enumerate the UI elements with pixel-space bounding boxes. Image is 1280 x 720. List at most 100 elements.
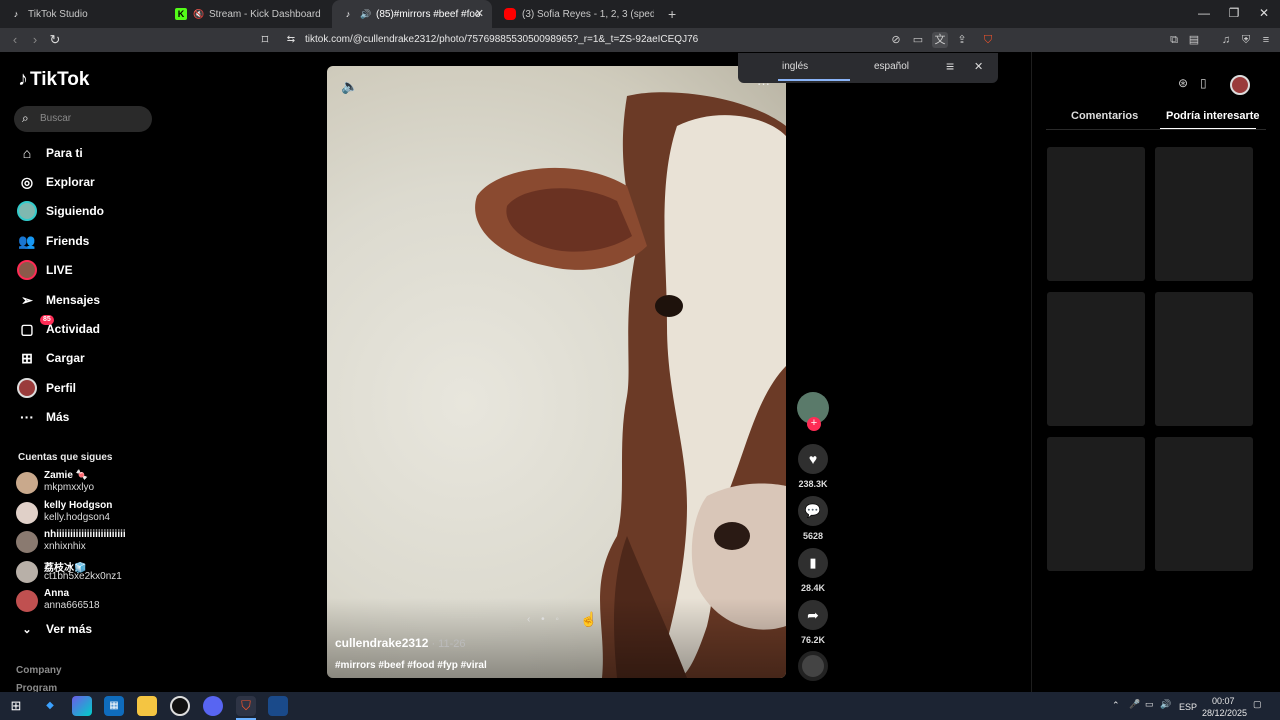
tab-comentarios[interactable]: Comentarios	[1071, 110, 1138, 122]
nav-label: Perfil	[46, 381, 77, 395]
messenger-icon[interactable]	[203, 696, 223, 716]
follow-plus-icon[interactable]: +	[807, 417, 821, 431]
like-button[interactable]: ♥ 238.3K	[796, 444, 830, 489]
footer-company[interactable]: Company	[16, 665, 62, 676]
reload-icon[interactable]: ↻	[46, 31, 64, 49]
avatar	[16, 531, 38, 553]
nav-actividad[interactable]: ▢ 85 Actividad	[16, 315, 100, 340]
suggested-video-placeholder[interactable]	[1155, 292, 1253, 426]
url-field[interactable]: tiktok.com/@cullendrake2312/photo/757698…	[305, 32, 698, 48]
suggested-video-placeholder[interactable]	[1047, 292, 1145, 426]
comment-button[interactable]: 💬 5628	[796, 496, 830, 541]
tab-tiktok-studio[interactable]: ♪ TikTok Studio	[0, 0, 165, 28]
tab-divider	[1046, 129, 1266, 130]
keyboard-language[interactable]: ESP	[1179, 702, 1197, 712]
heart-icon: ♥	[798, 444, 828, 474]
post-photo[interactable]: 🔈 ··· ‹ • ◦ ☝ cullendrake2312 · 11-26 #m…	[327, 66, 786, 678]
minimize-icon[interactable]: —	[1188, 0, 1220, 28]
windows-start-icon[interactable]: ⊞	[6, 696, 26, 716]
device-icon[interactable]: ▯	[1200, 76, 1207, 90]
extensions-icon[interactable]: ⧉	[1166, 32, 1182, 48]
obs-icon[interactable]	[170, 696, 190, 716]
suggested-video-placeholder[interactable]	[1047, 437, 1145, 571]
file-explorer-icon[interactable]	[137, 696, 157, 716]
forward-icon[interactable]: ›	[26, 31, 44, 49]
tab-tiktok-photo[interactable]: ♪ 🔊 (85)#mirrors #beef #food #fy ✕	[332, 0, 492, 28]
volume-icon[interactable]: 🔊	[1160, 699, 1171, 710]
tiktok-note-icon: ♪	[18, 68, 28, 90]
translate-options-icon[interactable]: ≡	[946, 58, 954, 74]
tiktok-logo[interactable]: ♪ TikTok	[18, 68, 89, 91]
account-name: kelly Hodgson	[44, 500, 113, 511]
see-more-button[interactable]: ⌄ Ver más	[16, 618, 92, 640]
bookmark-page-icon[interactable]: ⌑	[256, 31, 274, 49]
brave-shield-icon[interactable]: ⛉	[980, 32, 996, 48]
tab-podria-interesarte[interactable]: Podría interesarte	[1166, 110, 1260, 122]
user-avatar[interactable]	[1230, 75, 1250, 95]
suggested-video-placeholder[interactable]	[1047, 147, 1145, 281]
microphone-icon[interactable]: 🎤	[1129, 699, 1140, 710]
nav-label: Mensajes	[46, 293, 101, 307]
nav-label: Cargar	[46, 351, 85, 365]
nav-friends[interactable]: 👥 Friends	[16, 230, 89, 252]
close-icon[interactable]: ✕	[974, 60, 983, 73]
restore-icon[interactable]: ❐	[1218, 0, 1250, 28]
site-info-icon[interactable]: ⇆	[282, 31, 300, 49]
clock-date[interactable]: 28/12/2025	[1202, 708, 1247, 718]
nav-explorar[interactable]: ◎ Explorar	[16, 171, 95, 193]
close-window-icon[interactable]: ✕	[1248, 0, 1280, 28]
coin-icon[interactable]: ⊛	[1178, 76, 1188, 90]
back-icon[interactable]: ‹	[6, 31, 24, 49]
suggested-video-placeholder[interactable]	[1155, 437, 1253, 571]
nav-para-ti[interactable]: ⌂ Para ti	[16, 142, 83, 164]
target-language-tab[interactable]: español	[874, 61, 909, 72]
bookmark-button[interactable]: ▮ 28.4K	[796, 548, 830, 593]
copilot-icon[interactable]	[72, 696, 92, 716]
sound-disc-button[interactable]	[796, 651, 830, 681]
nav-label: Siguiendo	[46, 204, 104, 218]
nav-live[interactable]: LIVE	[16, 259, 73, 281]
app-icon[interactable]	[268, 696, 288, 716]
brave-browser-icon[interactable]: ⛉	[236, 696, 256, 716]
post-hashtags[interactable]: #mirrors #beef #food #fyp #viral	[335, 660, 487, 671]
close-icon[interactable]: ✕	[475, 7, 484, 20]
account-name: nhiiiiiiiiiiiiiiiiiiiiiiiii	[44, 529, 126, 540]
search-input[interactable]: ⌕ Buscar	[14, 106, 152, 132]
network-icon[interactable]: ▭	[1145, 699, 1154, 710]
right-panel: ⊛ ▯ Comentarios Podría interesarte	[1031, 52, 1280, 692]
nav-mas[interactable]: ··· Más	[16, 406, 69, 428]
music-icon[interactable]: ♫	[1218, 32, 1234, 48]
cast-icon[interactable]: ▭	[910, 32, 926, 48]
post-author[interactable]: cullendrake2312 · 11-26	[335, 636, 466, 650]
share-page-icon[interactable]: ⇪	[954, 32, 970, 48]
vpn-icon[interactable]: ⛨	[1238, 32, 1254, 48]
share-button[interactable]: ➦ 76.2K	[796, 600, 830, 645]
nav-cargar[interactable]: ⊞ Cargar	[16, 347, 85, 369]
app-icon[interactable]: ◆	[40, 696, 60, 716]
nav-siguiendo[interactable]: Siguiendo	[16, 200, 104, 222]
tray-chevron-icon[interactable]: ⌃	[1112, 700, 1120, 711]
suggested-video-placeholder[interactable]	[1155, 147, 1253, 281]
tab-youtube[interactable]: (3) Sofia Reyes - 1, 2, 3 (sped up) Lyr	[494, 0, 654, 28]
nav-mensajes[interactable]: ➢ Mensajes	[16, 289, 100, 311]
store-icon[interactable]: ▦	[104, 696, 124, 716]
source-language-tab[interactable]: inglés	[782, 61, 808, 72]
search-placeholder: Buscar	[40, 113, 72, 124]
author-avatar-button[interactable]: +	[796, 392, 830, 431]
sidebar-toggle-icon[interactable]: ▤	[1186, 32, 1202, 48]
no-tracking-icon[interactable]: ⊘	[888, 32, 904, 48]
slide-indicator[interactable]: ‹ • ◦	[527, 614, 563, 625]
tab-kick-dashboard[interactable]: K 🔇 Stream - Kick Dashboard	[165, 0, 330, 28]
account-handle: mkpmxxlyo	[44, 482, 95, 493]
clock-time[interactable]: 00:07	[1212, 696, 1235, 706]
volume-icon[interactable]: 🔈	[341, 78, 358, 95]
notifications-icon[interactable]: ▢	[1253, 699, 1262, 710]
translate-icon[interactable]: 文	[932, 32, 948, 48]
menu-icon[interactable]: ≡	[1258, 32, 1274, 48]
nav-label: Explorar	[46, 175, 95, 189]
nav-perfil[interactable]: Perfil	[16, 377, 76, 399]
cow-photo	[475, 92, 786, 678]
muted-speaker-icon: 🔇	[193, 9, 205, 19]
following-heading: Cuentas que sigues	[18, 452, 113, 463]
new-tab-button[interactable]: +	[658, 0, 682, 28]
